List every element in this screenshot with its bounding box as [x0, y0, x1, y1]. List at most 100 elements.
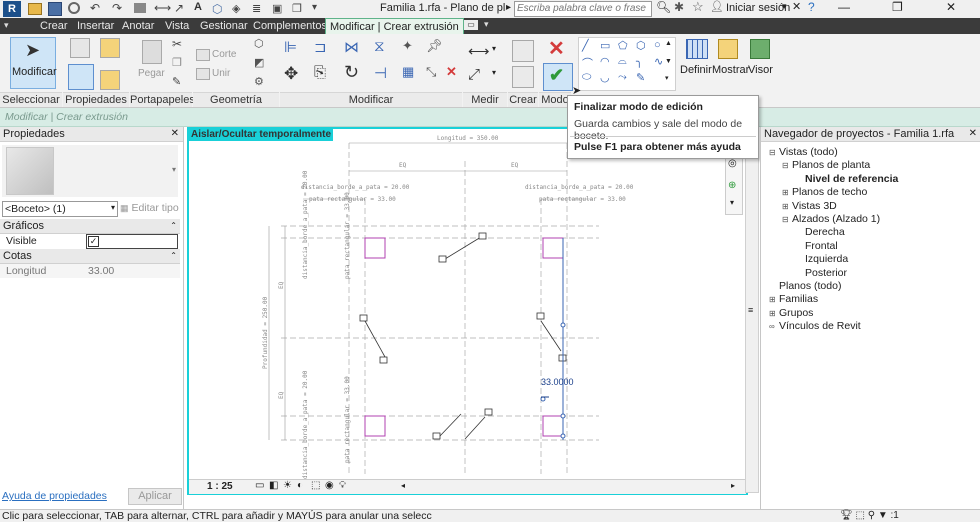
show-button[interactable]: Mostrar: [710, 37, 749, 81]
pin-icon[interactable]: 📌︎: [426, 38, 443, 54]
browser-node[interactable]: ⊟ Vistas (todo): [769, 146, 838, 159]
split-icon[interactable]: ✦: [402, 38, 413, 54]
close-window-icon[interactable]: ✕: [946, 0, 956, 14]
finish-edit-mode-button[interactable]: ✔: [543, 63, 573, 91]
gallery-scroll-up-icon[interactable]: ▲: [665, 40, 672, 47]
create-similar-icon[interactable]: [512, 40, 534, 62]
sync-icon[interactable]: [68, 2, 80, 14]
delete-icon[interactable]: ✕: [446, 64, 457, 80]
customize-toolbar-icon[interactable]: ▾: [312, 2, 317, 13]
properties-icon[interactable]: [68, 64, 94, 90]
circumscribed-polygon-icon[interactable]: ⬡: [636, 39, 646, 52]
arc-start-end-icon[interactable]: ⌒: [582, 55, 593, 71]
open-icon[interactable]: [28, 3, 42, 15]
filter-icon[interactable]: ▼: [878, 510, 888, 521]
drawing-canvas[interactable]: Longitud = 350.00 EQ EQ distancia_borde_…: [189, 129, 746, 479]
ribbon-options-icon[interactable]: ▾: [484, 19, 489, 30]
scale-icon[interactable]: ⤡: [426, 64, 436, 80]
family-types-icon[interactable]: [70, 38, 90, 58]
browser-node[interactable]: Planos (todo): [769, 280, 841, 293]
geometry-tool-icon-1[interactable]: ⬡: [254, 37, 264, 50]
type-selector[interactable]: <Boceto> (1) ▾: [2, 201, 118, 217]
search-input[interactable]: Escriba palabra clave o frase: [514, 1, 652, 17]
match-type-icon[interactable]: ✎: [172, 75, 181, 88]
tab-anotar[interactable]: Anotar: [122, 18, 154, 34]
properties-close-icon[interactable]: ✕: [171, 127, 179, 141]
3d-view-icon[interactable]: ⬡: [212, 2, 222, 16]
browser-node[interactable]: ⊟ Alzados (Alzado 1): [782, 213, 880, 226]
collapse-node-icon[interactable]: ⊟: [782, 159, 790, 172]
navbar-dropdown-icon[interactable]: ▾: [730, 198, 734, 207]
browser-node[interactable]: Frontal: [795, 240, 838, 253]
partial-ellipse-icon[interactable]: ◡: [600, 71, 610, 84]
modify-button[interactable]: ➤ Modificar: [10, 37, 57, 89]
browser-node[interactable]: Derecha: [795, 226, 845, 239]
app-menu-arrow-icon[interactable]: ▾: [4, 20, 9, 31]
tab-complementos[interactable]: Complementos: [253, 18, 327, 34]
browser-node[interactable]: Izquierda: [795, 253, 848, 266]
cut-icon[interactable]: ✂: [172, 37, 182, 51]
hscroll-left-icon[interactable]: ◂: [401, 481, 405, 490]
copy-element-icon[interactable]: ⎘: [314, 64, 326, 81]
zoom-icon[interactable]: ⊕: [728, 180, 736, 191]
family-category-icon[interactable]: [100, 38, 120, 58]
trim-icon[interactable]: ⊣: [374, 64, 387, 82]
pick-lines-icon[interactable]: ⤳: [618, 71, 627, 84]
steering-wheel-icon[interactable]: ◎: [728, 158, 737, 169]
hscroll-right-icon[interactable]: ▸: [731, 481, 735, 490]
selection-links-icon[interactable]: ⚲: [868, 510, 875, 521]
measure-icon[interactable]: ⟷: [154, 1, 171, 15]
expand-node-icon[interactable]: ⊞: [782, 200, 790, 213]
ribbon-toggle-icon[interactable]: ▭: [464, 20, 478, 30]
favorites-icon[interactable]: ☆: [692, 0, 704, 15]
user-icon[interactable]: 👤︎: [710, 0, 724, 13]
expand-node-icon[interactable]: ⊞: [782, 186, 790, 199]
line-icon[interactable]: ╱: [582, 39, 589, 52]
text-icon[interactable]: A: [194, 1, 202, 13]
subscription-icon[interactable]: ✱: [674, 0, 684, 14]
mirror-draw-icon[interactable]: ⧖: [374, 38, 385, 55]
browser-node[interactable]: ⊞ Planos de techo: [782, 186, 867, 199]
apply-button[interactable]: Aplicar: [128, 488, 182, 505]
fillet-arc-icon[interactable]: ╮: [636, 55, 643, 68]
spline-icon[interactable]: ∿: [654, 55, 663, 68]
align-icon[interactable]: ⊫: [284, 38, 297, 56]
crop-view-icon[interactable]: ⬚: [311, 480, 320, 491]
measure-dropdown-icon[interactable]: ▾: [492, 44, 496, 53]
tab-insertar[interactable]: Insertar: [77, 18, 114, 34]
geometry-tool-icon-3[interactable]: ⚙: [254, 75, 264, 88]
aligned-dimension-icon[interactable]: ⤢: [468, 66, 480, 83]
edit-type-button[interactable]: ▦ Editar tipo: [120, 201, 180, 215]
link-icon[interactable]: ∞: [769, 320, 777, 333]
view-scale[interactable]: 1 : 25: [207, 481, 233, 492]
tab-crear[interactable]: Crear: [40, 18, 68, 34]
properties-help-link[interactable]: Ayuda de propiedades: [2, 490, 107, 502]
save-icon[interactable]: [48, 2, 62, 16]
panel-seleccionar[interactable]: Seleccionar ▾: [0, 92, 62, 119]
search-expand-icon[interactable]: ▸: [506, 2, 511, 13]
reveal-hidden-icon[interactable]: 💡︎: [339, 480, 346, 491]
arc-center-icon[interactable]: ◠: [600, 55, 610, 68]
browser-node[interactable]: ∞ Vínculos de Revit: [769, 320, 861, 333]
worksets-icon[interactable]: 🏆︎: [840, 510, 853, 521]
browser-node[interactable]: ⊟ Planos de planta: [782, 159, 870, 172]
tab-modificar-crear-extrusion[interactable]: Modificar | Crear extrusión: [325, 18, 464, 35]
help-icon[interactable]: ?: [808, 0, 815, 14]
undo-icon[interactable]: ↶: [90, 1, 100, 15]
drawing-viewport[interactable]: Aislar/Ocultar temporalmente Longitud = …: [187, 127, 748, 495]
group-graficos[interactable]: Gráficos ⌃: [0, 219, 180, 234]
temp-hide-icon[interactable]: ◉: [325, 480, 334, 491]
browser-close-icon[interactable]: ✕: [969, 127, 977, 141]
sun-path-icon[interactable]: ☀: [283, 480, 292, 491]
exchange-icon[interactable]: ✕: [792, 0, 801, 13]
shadows-icon[interactable]: ◐: [297, 480, 303, 491]
revit-logo-icon[interactable]: R: [3, 1, 21, 17]
gallery-scroll-down-icon[interactable]: ▼: [665, 58, 672, 65]
viewer-button[interactable]: Visor: [746, 37, 778, 81]
gallery-more-icon[interactable]: ▾: [665, 74, 669, 82]
copy-icon[interactable]: ❐: [172, 56, 182, 69]
signin-link[interactable]: Iniciar sesión: [726, 2, 790, 14]
move-icon[interactable]: ✥: [284, 64, 298, 84]
visual-style-icon[interactable]: ◧: [269, 480, 278, 491]
type-properties-icon[interactable]: [100, 70, 120, 90]
